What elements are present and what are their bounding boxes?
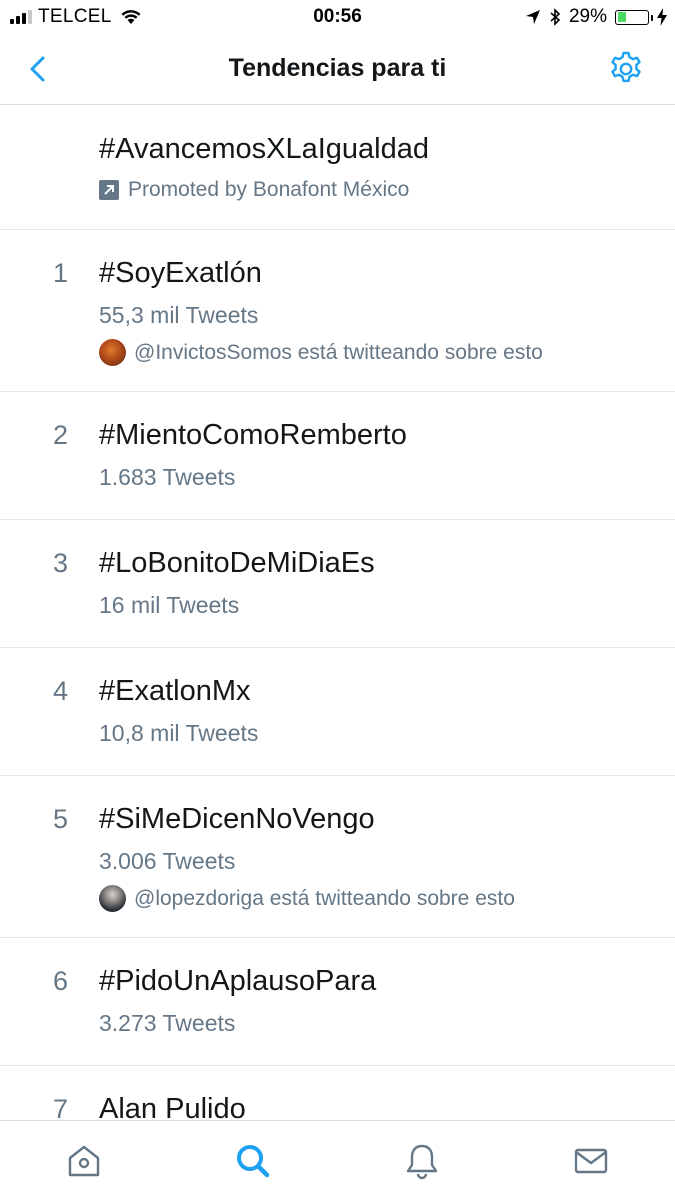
trend-context: @lopezdoriga está twitteando sobre esto — [99, 885, 515, 912]
tab-messages[interactable] — [506, 1121, 675, 1201]
trend-name: #PidoUnAplausoPara — [99, 965, 377, 997]
charging-bolt-icon — [657, 8, 667, 26]
tab-home[interactable] — [0, 1121, 169, 1201]
tab-notifications[interactable] — [338, 1121, 507, 1201]
trend-name: #SiMeDicenNoVengo — [99, 803, 375, 835]
trend-tweet-count: 3.006 Tweets — [99, 848, 236, 874]
trend-context: @InvictosSomos está twitteando sobre est… — [99, 339, 543, 366]
promoted-arrow-icon — [99, 180, 119, 200]
avatar — [99, 885, 126, 912]
trend-name: #SoyExatlón — [99, 257, 262, 289]
trend-row[interactable]: 4 #ExatlonMx 10,8 mil Tweets — [0, 648, 675, 776]
bluetooth-icon — [550, 8, 561, 26]
home-icon — [69, 1145, 100, 1177]
trend-rank: 2 — [53, 420, 69, 450]
promoted-trend[interactable]: #AvancemosXLaIgualdad Promoted by Bonafo… — [0, 105, 675, 230]
trend-row[interactable]: 3 #LoBonitoDeMiDiaEs 16 mil Tweets — [0, 520, 675, 648]
search-icon — [237, 1145, 270, 1178]
trend-rank: 4 — [53, 676, 69, 706]
trend-context-text: @InvictosSomos está twitteando sobre est… — [134, 340, 543, 364]
trend-tweet-count: 16 mil Tweets — [99, 592, 240, 618]
messages-envelope-icon — [574, 1148, 607, 1174]
trend-row[interactable]: 2 #MientoComoRemberto 1.683 Tweets — [0, 392, 675, 520]
status-right: 29% — [525, 6, 667, 28]
trends-list: #AvancemosXLaIgualdad Promoted by Bonafo… — [0, 105, 675, 1146]
trend-tweet-count: 3.273 Tweets — [99, 1010, 236, 1036]
promoted-label: Promoted by Bonafont México — [128, 178, 410, 201]
trend-tweet-count: 55,3 mil Tweets — [99, 302, 259, 328]
battery-percent: 29% — [568, 6, 607, 27]
avatar — [99, 339, 126, 366]
trend-name: #ExatlonMx — [99, 675, 251, 707]
trend-rank: 5 — [53, 804, 69, 834]
trend-tweet-count: 10,8 mil Tweets — [99, 720, 259, 746]
notifications-bell-icon — [406, 1144, 438, 1180]
tab-search[interactable] — [169, 1121, 338, 1201]
trend-row[interactable]: 5 #SiMeDicenNoVengo 3.006 Tweets @lopezd… — [0, 776, 675, 938]
settings-button[interactable] — [607, 50, 645, 88]
trend-context-text: @lopezdoriga está twitteando sobre esto — [134, 886, 515, 910]
trend-rank: 3 — [53, 548, 69, 578]
trend-row[interactable]: 6 #PidoUnAplausoPara 3.273 Tweets — [0, 938, 675, 1066]
trend-rank: 1 — [53, 258, 69, 288]
trend-row[interactable]: 1 #SoyExatlón 55,3 mil Tweets @InvictosS… — [0, 230, 675, 392]
trend-name: #MientoComoRemberto — [99, 419, 407, 451]
trend-name: #LoBonitoDeMiDiaEs — [99, 547, 375, 579]
battery-icon — [615, 9, 653, 25]
trend-rank: 6 — [53, 966, 69, 996]
promoted-label-line: Promoted by Bonafont México — [99, 178, 409, 202]
location-arrow-icon — [525, 10, 540, 24]
gear-icon — [611, 51, 641, 83]
status-bar: TELCEL 00:56 29% — [0, 0, 675, 34]
battery-level — [617, 12, 626, 22]
promoted-hashtag: #AvancemosXLaIgualdad — [99, 133, 429, 165]
page-title: Tendencias para ti — [228, 54, 447, 82]
navigation-bar: Tendencias para ti — [0, 34, 675, 105]
tab-bar — [0, 1120, 675, 1201]
trend-tweet-count: 1.683 Tweets — [99, 464, 236, 490]
